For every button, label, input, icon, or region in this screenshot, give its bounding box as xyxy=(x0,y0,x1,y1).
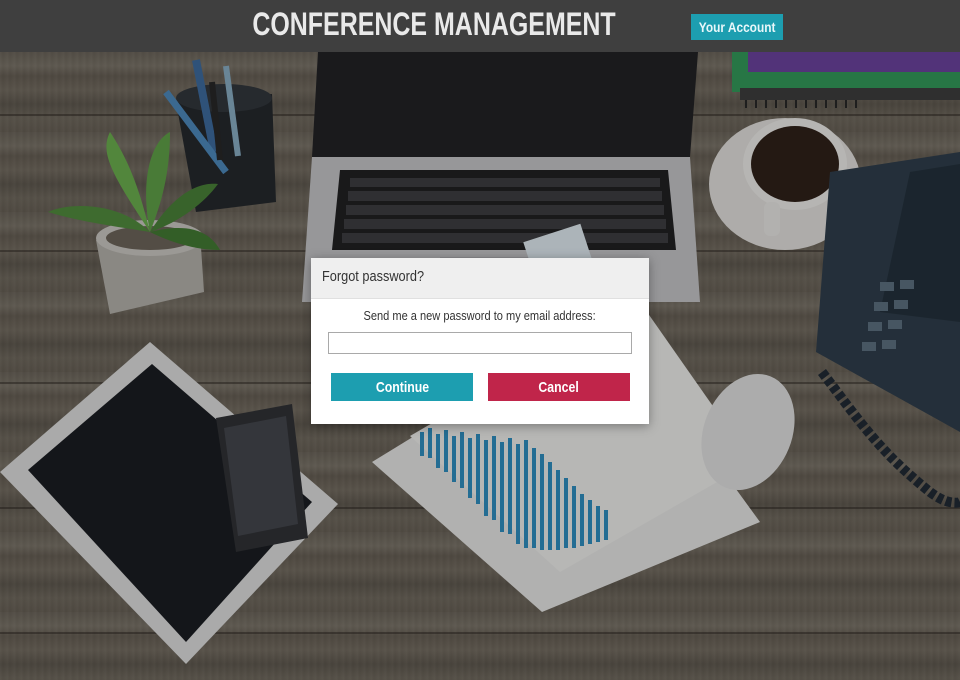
email-prompt-label: Send me a new password to my email addre… xyxy=(311,308,649,323)
continue-button[interactable]: Continue xyxy=(331,373,473,401)
cancel-button[interactable]: Cancel xyxy=(488,373,630,401)
continue-label: Continue xyxy=(375,378,429,396)
dialog-header: Forgot password? xyxy=(311,258,649,299)
dialog-title: Forgot password? xyxy=(322,268,425,285)
your-account-label: Your Account xyxy=(698,19,776,35)
your-account-button[interactable]: Your Account xyxy=(691,14,783,40)
top-bar: CONFERENCE MANAGEMENT Your Account xyxy=(0,0,960,52)
forgot-password-dialog: Forgot password? Send me a new password … xyxy=(311,258,649,424)
cancel-label: Cancel xyxy=(538,378,580,396)
app-title: CONFERENCE MANAGEMENT xyxy=(252,6,616,42)
email-input[interactable] xyxy=(328,332,632,354)
email-prompt-text: Send me a new password to my email addre… xyxy=(363,308,597,323)
